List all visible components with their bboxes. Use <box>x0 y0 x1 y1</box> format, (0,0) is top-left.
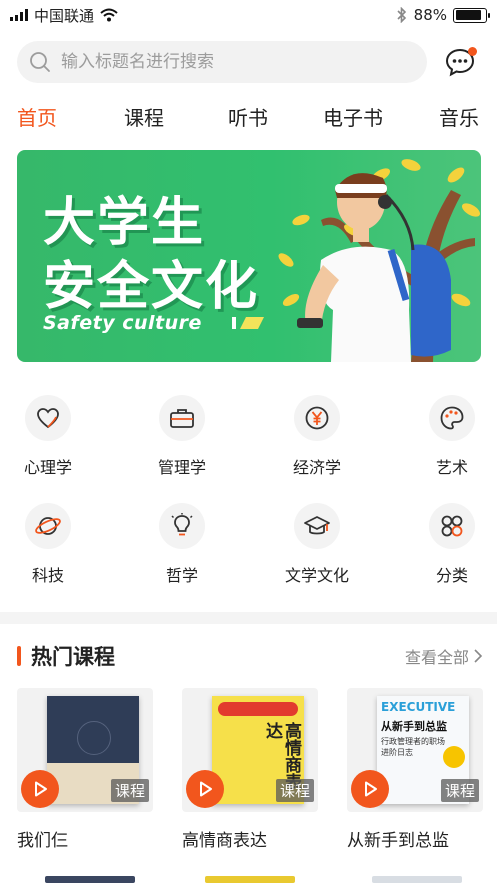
course-card[interactable]: 课程 我们仨 <box>17 688 153 858</box>
heart-icon <box>25 395 71 441</box>
student-illustration <box>278 159 481 362</box>
course-cover: EXECUTIVE 从新手到总监 行政管理者的职场进阶日志 课程 <box>347 688 483 812</box>
battery-icon <box>453 7 490 23</box>
section-divider <box>0 612 497 624</box>
tab-home[interactable]: 首页 <box>17 102 57 131</box>
course-card[interactable]: EXECUTIVE 从新手到总监 行政管理者的职场进阶日志 课程 从新手到总监 <box>347 688 483 858</box>
next-course-peek <box>372 876 462 883</box>
banner-accent-mark <box>232 317 264 329</box>
play-icon <box>365 781 377 797</box>
category-label: 心理学 <box>23 458 72 477</box>
category-all[interactable]: 分类 <box>402 503 497 586</box>
play-icon <box>200 781 212 797</box>
search-box[interactable] <box>17 41 427 83</box>
tab-courses[interactable]: 课程 <box>124 102 164 131</box>
course-tag: 课程 <box>440 779 479 802</box>
search-icon <box>30 52 50 72</box>
message-button[interactable] <box>443 45 477 79</box>
section-title: 热门课程 <box>17 641 115 671</box>
category-label: 科技 <box>31 566 64 585</box>
bluetooth-icon <box>397 7 406 23</box>
banner[interactable]: 大学生 安全文化 Safety culture <box>17 150 481 362</box>
carrier-label: 中国联通 <box>34 6 95 25</box>
category-psychology[interactable]: 心理学 <box>0 395 98 478</box>
tab-music[interactable]: 音乐 <box>439 102 479 131</box>
course-tag: 课程 <box>275 779 314 802</box>
play-button[interactable] <box>186 770 224 808</box>
category-label: 艺术 <box>435 458 468 477</box>
status-right: 88% <box>396 6 490 24</box>
book-cover-title: 从新手到总监 <box>381 720 447 733</box>
category-philosophy[interactable]: 哲学 <box>132 503 232 586</box>
battery-fill <box>455 10 482 20</box>
unread-dot <box>468 47 477 56</box>
grid-icon <box>429 503 475 549</box>
search-row <box>17 40 483 84</box>
course-card[interactable]: 高情商表达 课程 高情商表达 <box>182 688 318 858</box>
book-cover-en: EXECUTIVE <box>381 700 456 714</box>
category-art[interactable]: 艺术 <box>402 395 497 478</box>
section-accent-bar <box>17 646 21 666</box>
hot-courses-title: 热门课程 <box>31 645 115 669</box>
status-left: 中国联通 <box>10 5 118 26</box>
course-cover: 课程 <box>17 688 153 812</box>
planet-icon <box>25 503 71 549</box>
course-title: 我们仨 <box>17 831 68 851</box>
wifi-icon <box>100 8 118 22</box>
category-label: 文学文化 <box>284 566 349 585</box>
lightbulb-icon <box>159 503 205 549</box>
next-course-peek <box>45 876 135 883</box>
status-bar: 中国联通 88% <box>0 0 497 30</box>
category-label: 哲学 <box>165 566 198 585</box>
top-tabs: 首页 课程 听书 电子书 音乐 <box>0 102 497 142</box>
see-all-label: 查看全部 <box>404 648 469 667</box>
banner-subtitle: Safety culture <box>43 312 202 334</box>
category-economics[interactable]: 经济学 <box>267 395 367 478</box>
play-button[interactable] <box>351 770 389 808</box>
category-label: 管理学 <box>157 458 206 477</box>
battery-percent: 88% <box>413 6 447 24</box>
category-technology[interactable]: 科技 <box>0 503 98 586</box>
banner-title-line2: 安全文化 <box>43 257 260 317</box>
see-all-link[interactable]: 查看全部 <box>405 644 483 668</box>
course-title: 高情商表达 <box>182 831 267 851</box>
course-cover: 高情商表达 课程 <box>182 688 318 812</box>
tab-ebooks[interactable]: 电子书 <box>323 102 383 131</box>
play-button[interactable] <box>21 770 59 808</box>
palette-icon <box>429 395 475 441</box>
graduation-cap-icon <box>294 503 340 549</box>
tab-audiobooks[interactable]: 听书 <box>228 102 268 131</box>
chevron-right-icon <box>474 649 483 663</box>
book-cover-subtitle: 行政管理者的职场进阶日志 <box>381 737 445 757</box>
category-grid: 心理学 管理学 经济学 艺术 科技 哲学 文学文化 分类 <box>0 395 497 605</box>
play-icon <box>35 781 47 797</box>
search-input[interactable] <box>61 52 401 72</box>
course-title: 从新手到总监 <box>347 831 449 851</box>
hot-courses-header: 热门课程 查看全部 <box>17 640 483 672</box>
next-course-peek <box>205 876 295 883</box>
course-tag: 课程 <box>110 779 149 802</box>
category-label: 分类 <box>435 566 468 585</box>
category-management[interactable]: 管理学 <box>132 395 232 478</box>
yen-coin-icon <box>294 395 340 441</box>
category-label: 经济学 <box>292 458 341 477</box>
briefcase-icon <box>159 395 205 441</box>
signal-icon <box>10 9 28 21</box>
category-literature[interactable]: 文学文化 <box>267 503 367 586</box>
